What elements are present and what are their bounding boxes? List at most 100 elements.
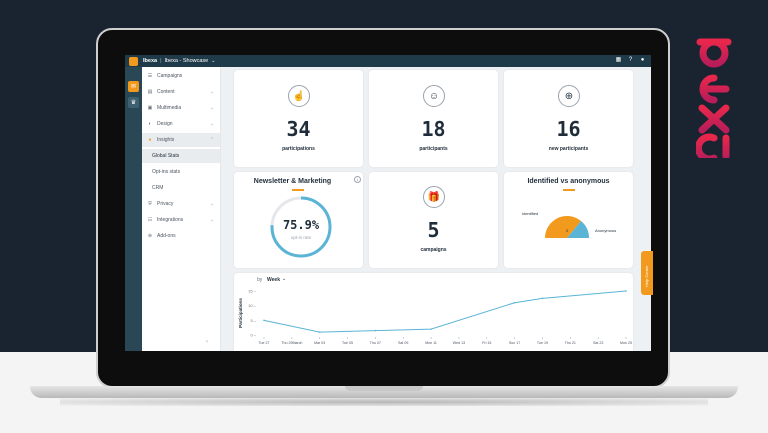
sidebar-item-privacy[interactable]: ⛨ Privacy ⌄ xyxy=(142,197,220,211)
x-tick-label: Mar 03 xyxy=(314,341,325,345)
content-icon: ▤ xyxy=(147,89,153,95)
x-tick-label: Fri 15 xyxy=(482,341,491,345)
data-point xyxy=(541,297,544,300)
megaphone-icon[interactable]: ✉ xyxy=(128,81,139,92)
x-tick-label: Thu 07 xyxy=(370,341,381,345)
app-name: Ibexa xyxy=(143,58,158,64)
sidebar-item-optin-stats[interactable]: Opt-ins stats xyxy=(142,165,220,179)
series-line xyxy=(263,290,627,333)
insights-icon: ● xyxy=(148,137,152,143)
help-icon[interactable]: ? xyxy=(627,57,634,64)
data-point xyxy=(374,329,377,332)
add-user-icon: ⊕ xyxy=(558,85,580,107)
sidebar-item-design[interactable]: ◐ Design ⌄ xyxy=(142,117,220,131)
left-rail: ✉ ♛ xyxy=(125,67,142,351)
info-icon[interactable]: i xyxy=(354,176,361,183)
newsletter-card: Newsletter & Marketing i 75.9% opt-in ra… xyxy=(234,172,363,268)
new-participants-label: new participants xyxy=(548,146,589,152)
y-tick-label: 0 – xyxy=(250,333,256,338)
participations-line-chart: Participations 15 – 10 – 5 – 0 –Tue 27 Thu 29… xyxy=(238,289,632,346)
data-point xyxy=(430,328,432,330)
list-icon: ☰ xyxy=(147,73,153,79)
participants-label: participants xyxy=(419,146,448,152)
plus-circle-icon: ⊕ xyxy=(147,233,153,239)
campaigns-label: campaigns xyxy=(420,247,447,253)
chevron-down-icon: ⌄ xyxy=(209,89,214,95)
legend-identified: Identified xyxy=(522,211,539,216)
sidebar: ☰ Campaigns ▤ Content ⌄ ▣ Multimedia ⌄ ◐ Desig… xyxy=(142,67,221,351)
y-tick-label: 5 – xyxy=(250,318,256,323)
new-participants-card: ⊕ 16 new participants xyxy=(504,70,633,167)
x-tick-label: Tue 27 xyxy=(258,341,269,345)
x-tick-label: Sat 09 xyxy=(398,341,408,345)
pointer-click-icon: ☝ xyxy=(288,85,310,107)
x-tick-label: Sun 17 xyxy=(509,341,520,345)
chevron-down-icon: ⌄ xyxy=(209,105,214,111)
data-point xyxy=(318,331,321,333)
sidebar-item-global-stats[interactable]: Global Stats xyxy=(142,149,220,163)
participations-value: 34 xyxy=(286,117,311,141)
help-center-tab[interactable]: Help Center xyxy=(641,251,653,295)
workspace-selector[interactable]: Ibexa - Showcase xyxy=(165,58,209,64)
x-tick-label: Wed 13 xyxy=(453,341,465,345)
data-point xyxy=(513,301,516,304)
chevron-down-icon: ⌄ xyxy=(209,201,214,207)
optin-rate-value: 75.9% xyxy=(282,218,320,232)
data-point xyxy=(263,319,265,322)
users-icon: ☺ xyxy=(423,85,445,107)
y-axis-label: Participations xyxy=(238,298,243,328)
identified-pie: 2 xyxy=(545,216,589,238)
title-separator: | xyxy=(160,58,162,64)
sidebar-item-insights[interactable]: ● Insights ⌃ xyxy=(142,133,220,147)
identified-title: Identified vs anonymous xyxy=(527,178,610,185)
app-screen: Ibexa | Ibexa - Showcase ⌄ ▦ ? ● ✉ ♛ ☰ Ca… xyxy=(125,55,651,351)
x-tick-label: Mon 25 xyxy=(620,341,632,345)
data-point xyxy=(625,290,627,292)
sidebar-item-addons[interactable]: ⊕ Add-ons xyxy=(142,229,220,243)
collapse-sidebar-icon[interactable]: ‹ xyxy=(206,339,208,345)
top-bar: Ibexa | Ibexa - Showcase ⌄ ▦ ? ● xyxy=(125,55,651,67)
gift-icon: 🎁 xyxy=(423,186,445,208)
sidebar-item-integrations[interactable]: ☷ Integrations ⌄ xyxy=(142,213,220,227)
chevron-up-icon: ⌃ xyxy=(209,137,214,143)
shield-icon: ⛨ xyxy=(148,201,152,207)
identified-card: Identified vs anonymous 2 Identified Ano… xyxy=(504,172,633,268)
integrations-icon: ☷ xyxy=(147,217,153,223)
campaigns-value: 5 xyxy=(427,218,440,242)
participations-card: ☝ 34 participations xyxy=(234,70,363,167)
chevron-down-icon: ⌄ xyxy=(209,121,214,127)
participations-label: participations xyxy=(282,146,315,152)
x-tick-label: Thu 21 xyxy=(565,341,576,345)
y-tick-label: 15 – xyxy=(248,289,257,294)
app-logo-icon[interactable] xyxy=(129,56,138,66)
sidebar-item-campaigns[interactable]: ☰ Campaigns xyxy=(142,69,220,83)
grid-apps-icon[interactable]: ▦ xyxy=(615,57,622,64)
title-underline xyxy=(292,189,304,191)
x-tick-label: Sat 23 xyxy=(593,341,603,345)
new-participants-value: 16 xyxy=(556,117,581,141)
sidebar-item-crm[interactable]: CRM xyxy=(142,181,220,195)
image-icon: ▣ xyxy=(147,105,153,111)
newsletter-title: Newsletter & Marketing xyxy=(253,178,332,185)
optin-rate-label: opt-in rate xyxy=(290,235,312,240)
laptop-notch xyxy=(345,386,423,391)
participations-timeline-card: by Week ⌄ Participations 15 –10 –5 –0 – Tu… xyxy=(234,273,633,351)
title-underline xyxy=(563,189,575,191)
campaigns-card: 🎁 5 campaigns xyxy=(369,172,498,268)
laptop-shadow xyxy=(60,398,708,406)
legend-anonymous: Anonymous xyxy=(595,228,617,233)
ibexa-logo xyxy=(696,24,732,158)
sidebar-item-multimedia[interactable]: ▣ Multimedia ⌄ xyxy=(142,101,220,115)
x-tick-label: Thu 29March xyxy=(281,341,302,345)
participants-card: ☺ 18 participants xyxy=(369,70,498,167)
participants-value: 18 xyxy=(421,117,446,141)
palette-icon: ◐ xyxy=(148,121,152,127)
x-tick-label: Tue 19 xyxy=(537,341,548,345)
sidebar-item-content[interactable]: ▤ Content ⌄ xyxy=(142,85,220,99)
x-tick-label: Mon 11 xyxy=(425,341,437,345)
user-icon[interactable]: ● xyxy=(639,57,646,64)
chevron-down-icon[interactable]: ⌄ xyxy=(282,276,286,282)
crown-icon[interactable]: ♛ xyxy=(128,97,139,108)
y-tick-label: 10 – xyxy=(248,303,257,308)
chevron-down-icon[interactable]: ⌄ xyxy=(211,58,215,64)
